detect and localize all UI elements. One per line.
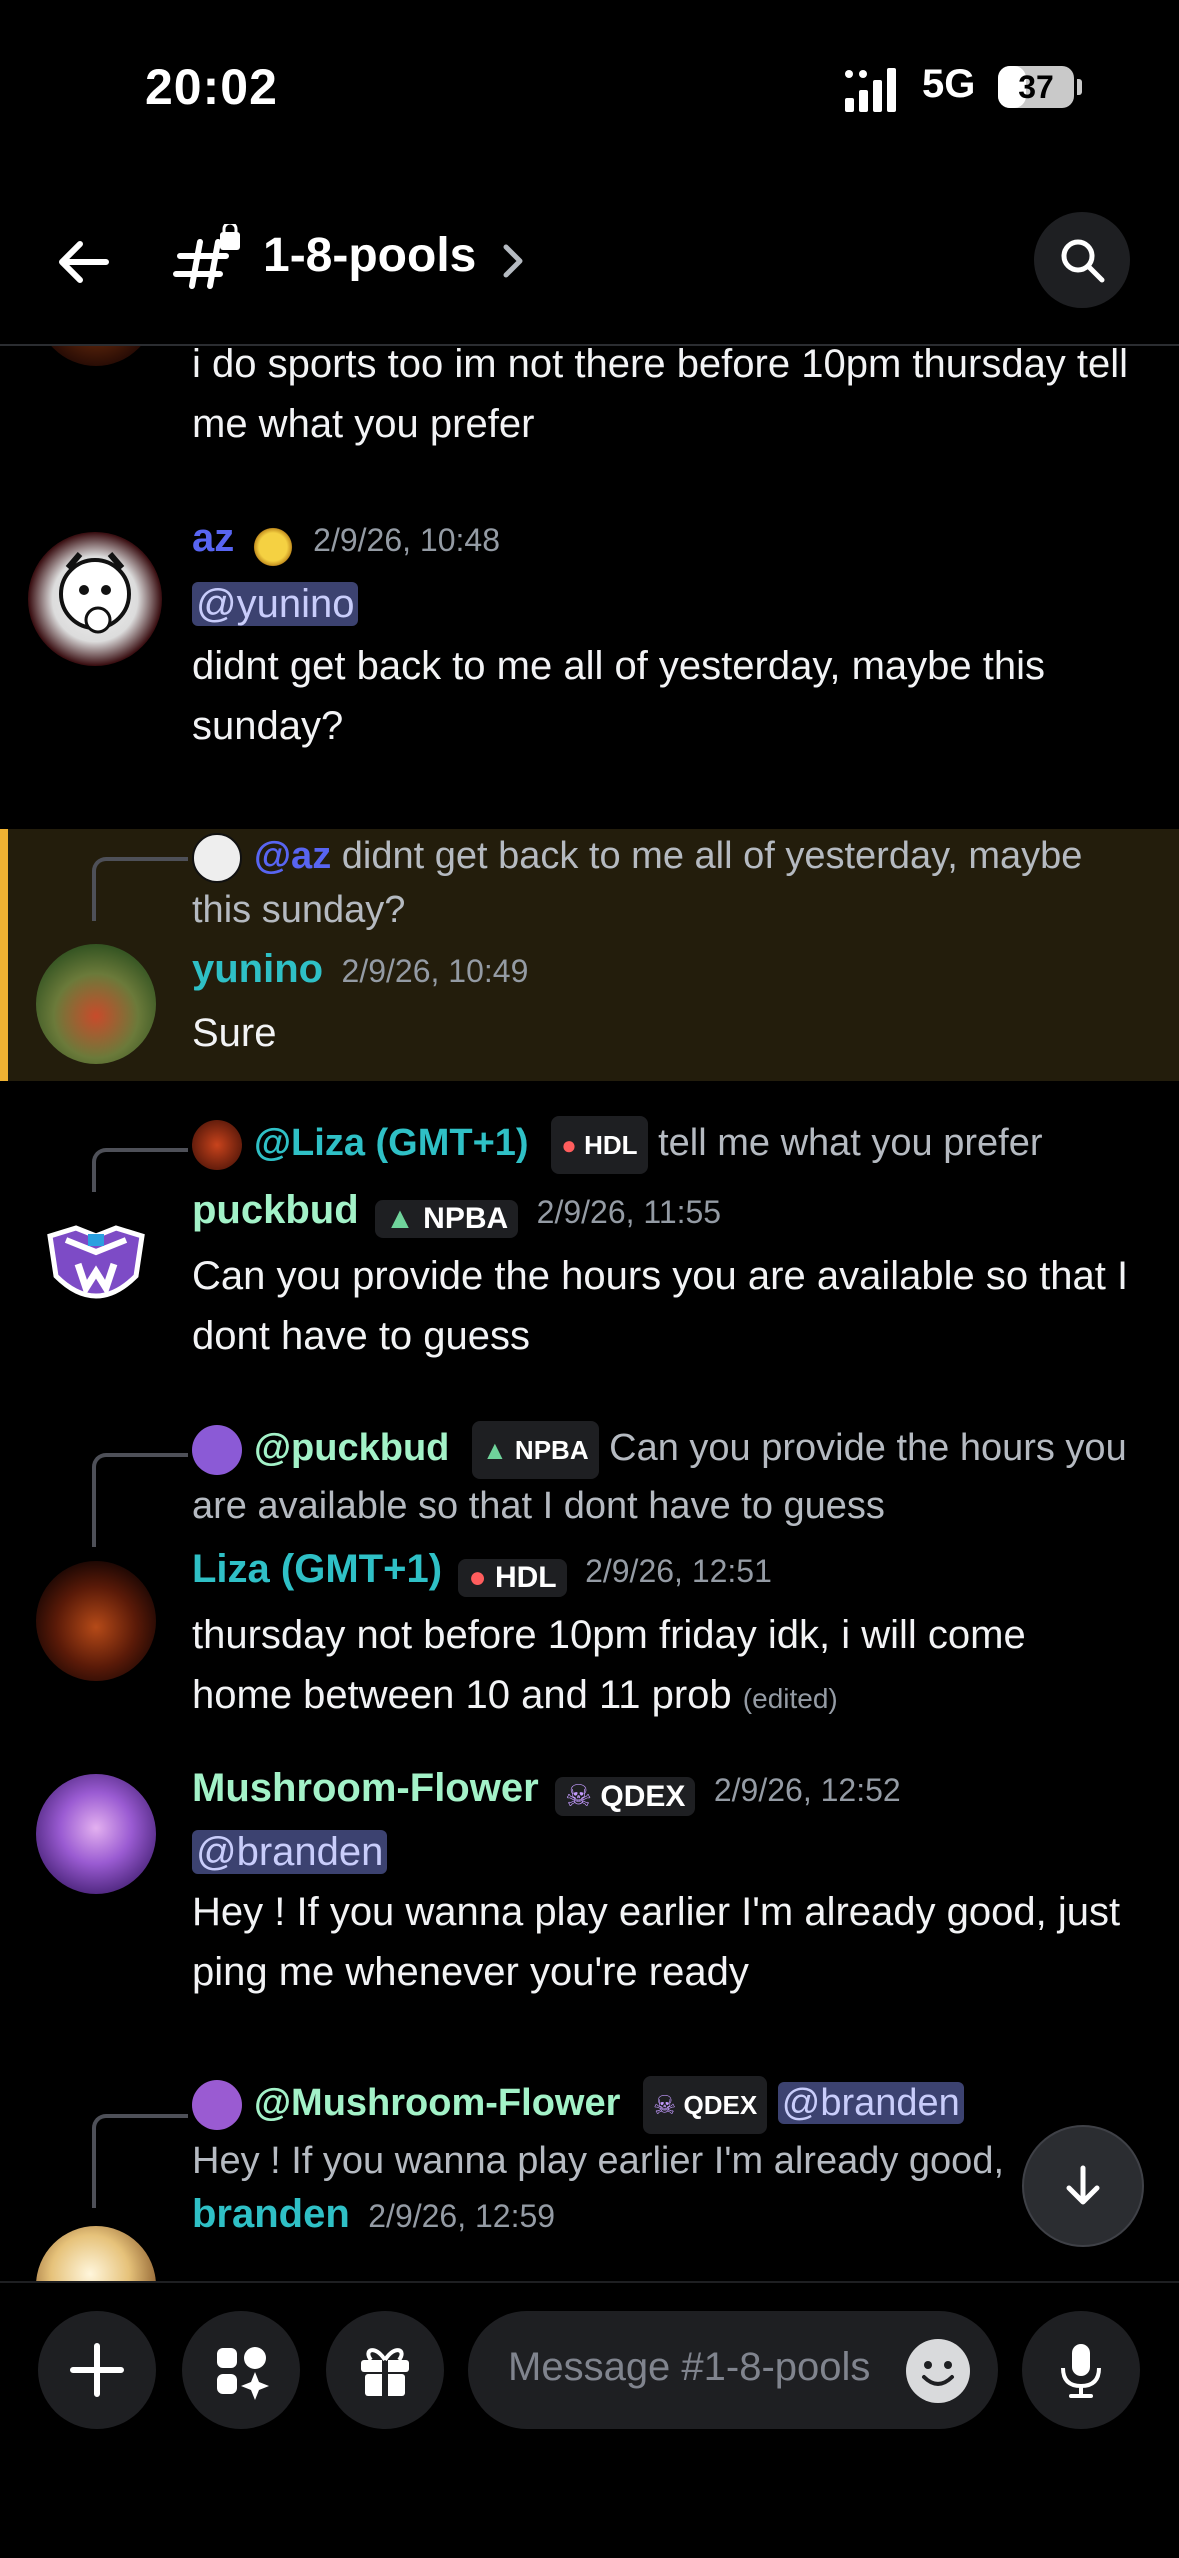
reply-spine [92, 857, 188, 921]
apps-button[interactable] [182, 2311, 300, 2429]
pikachu-emoji-icon [250, 524, 295, 569]
status-time: 20:02 [145, 59, 278, 115]
arrow-down-icon [1066, 2165, 1100, 2205]
reply-avatar [192, 1425, 242, 1475]
timestamp: 2/9/26, 10:49 [341, 953, 529, 989]
role-tag: ☠ QDEX [555, 1777, 696, 1817]
role-tag: ☠ QDEX [642, 2076, 768, 2134]
jump-to-bottom-button[interactable] [1022, 2125, 1144, 2247]
author-name[interactable]: branden [192, 2192, 350, 2236]
message-body: thursday not before 10pm friday idk, i w… [192, 1613, 1026, 1717]
reply-text: tell me what you prefer [658, 1122, 1043, 1165]
role-tag: ▲ NPBA [471, 1421, 599, 1479]
locked-channel-icon [173, 224, 240, 289]
timestamp: 2/9/26, 11:55 [536, 1194, 722, 1230]
timestamp: 2/9/26, 12:52 [713, 1772, 901, 1808]
role-tag: ● HDL [551, 1116, 648, 1174]
user-mention[interactable]: @yunino [192, 582, 359, 626]
reply-preview[interactable]: @az didnt get back to me all of yesterda… [192, 829, 1152, 937]
message-input-placeholder: Message #1-8-pools [508, 2345, 871, 2389]
message-body: Can you provide the hours you are availa… [192, 1254, 1129, 1358]
voice-message-button[interactable] [1022, 2311, 1140, 2429]
message-body: Sure [192, 1011, 277, 1055]
microphone-icon [1061, 2344, 1101, 2398]
battery-icon: 37 [998, 66, 1082, 108]
reply-spine [92, 2114, 188, 2208]
reply-spine [92, 1453, 188, 1547]
reply-author: @puckbud [254, 1427, 450, 1470]
message-list[interactable]: i do sports too im not there before 10pm… [0, 346, 1179, 2281]
gift-button[interactable] [326, 2311, 444, 2429]
message[interactable]: az 2/9/26, 10:48 @yunino didnt get back … [0, 506, 1179, 806]
reply-preview[interactable]: @Liza (GMT+1) ● HDL tell me what you pre… [192, 1116, 1043, 1174]
avatar[interactable] [36, 1561, 156, 1681]
apps-sparkle-icon [217, 2347, 269, 2400]
reply-text: Hey ! If you wanna play earlier I'm alre… [192, 2140, 1005, 2182]
message-highlighted[interactable]: @az didnt get back to me all of yesterda… [0, 829, 1179, 1081]
cellular-signal-icon [845, 68, 896, 112]
network-type: 5G [922, 62, 976, 106]
avatar[interactable] [36, 1206, 156, 1326]
gift-icon [361, 2348, 409, 2396]
user-mention: @branden [777, 2082, 964, 2125]
search-icon [1061, 239, 1105, 283]
role-tag: ▲ NPBA [375, 1199, 519, 1238]
author-name[interactable]: puckbud [192, 1188, 359, 1232]
avatar[interactable] [28, 532, 162, 666]
message-composer: Message #1-8-pools [0, 2281, 1179, 2558]
search-button[interactable] [1034, 212, 1130, 308]
reply-preview[interactable]: @puckbud ▲ NPBA Can you provide the hour… [192, 1421, 1152, 1533]
reply-author: @Mushroom-Flower [254, 2082, 621, 2125]
avatar[interactable] [36, 944, 156, 1064]
message-body: didnt get back to me all of yesterday, m… [192, 644, 1046, 748]
message-body: Hey ! If you wanna play earlier I'm alre… [192, 1890, 1121, 1994]
reply-preview[interactable]: @Mushroom-Flower ☠ QDEX @branden Hey ! I… [192, 2076, 1032, 2184]
user-mention[interactable]: @branden [192, 1830, 388, 1874]
author-name[interactable]: Mushroom-Flower [192, 1766, 539, 1810]
chevron-right-icon[interactable] [500, 242, 526, 280]
avatar[interactable] [36, 2226, 156, 2281]
battery-percent: 37 [1018, 69, 1054, 105]
author-name[interactable]: Liza (GMT+1) [192, 1547, 442, 1591]
message[interactable]: Mushroom-Flower ☠ QDEX 2/9/26, 12:52 @br… [0, 1766, 1179, 2066]
channel-header: 1-8-pools [0, 170, 1179, 346]
reply-author: @az [254, 835, 332, 877]
reply-spine [92, 1148, 188, 1192]
timestamp: 2/9/26, 10:48 [313, 522, 500, 558]
back-arrow-icon[interactable] [52, 230, 116, 294]
role-tag: ● HDL [458, 1558, 567, 1597]
avatar[interactable] [36, 1774, 156, 1894]
channel-name[interactable]: 1-8-pools [263, 228, 476, 283]
author-name[interactable]: yunino [192, 947, 323, 991]
timestamp: 2/9/26, 12:59 [368, 2198, 556, 2234]
reply-avatar [192, 832, 242, 883]
puckbud-logo-icon [47, 1225, 145, 1299]
plus-icon [70, 2343, 124, 2397]
message[interactable]: i do sports too im not there before 10pm… [0, 346, 1179, 466]
avatar-illustration [59, 552, 131, 634]
message[interactable]: @puckbud ▲ NPBA Can you provide the hour… [0, 1421, 1179, 1721]
message[interactable]: @Mushroom-Flower ☠ QDEX @branden Hey ! I… [0, 2076, 1179, 2281]
emoji-smile-icon [922, 2361, 954, 2386]
emoji-button[interactable] [906, 2339, 970, 2403]
timestamp: 2/9/26, 12:51 [585, 1553, 772, 1589]
author-name[interactable]: az [192, 516, 234, 560]
reply-avatar [192, 1120, 242, 1170]
reply-avatar [192, 2080, 242, 2130]
message-body: i do sports too im not there before 10pm… [192, 346, 1129, 446]
status-bar: 20:02 5G 37 [0, 0, 1179, 170]
reply-author: @Liza (GMT+1) [254, 1122, 529, 1165]
message-input[interactable]: Message #1-8-pools [468, 2311, 998, 2429]
edited-label: (edited) [742, 1683, 838, 1714]
add-attachment-button[interactable] [38, 2311, 156, 2429]
avatar[interactable] [36, 346, 156, 366]
message[interactable]: @Liza (GMT+1) ● HDL tell me what you pre… [0, 1116, 1179, 1396]
